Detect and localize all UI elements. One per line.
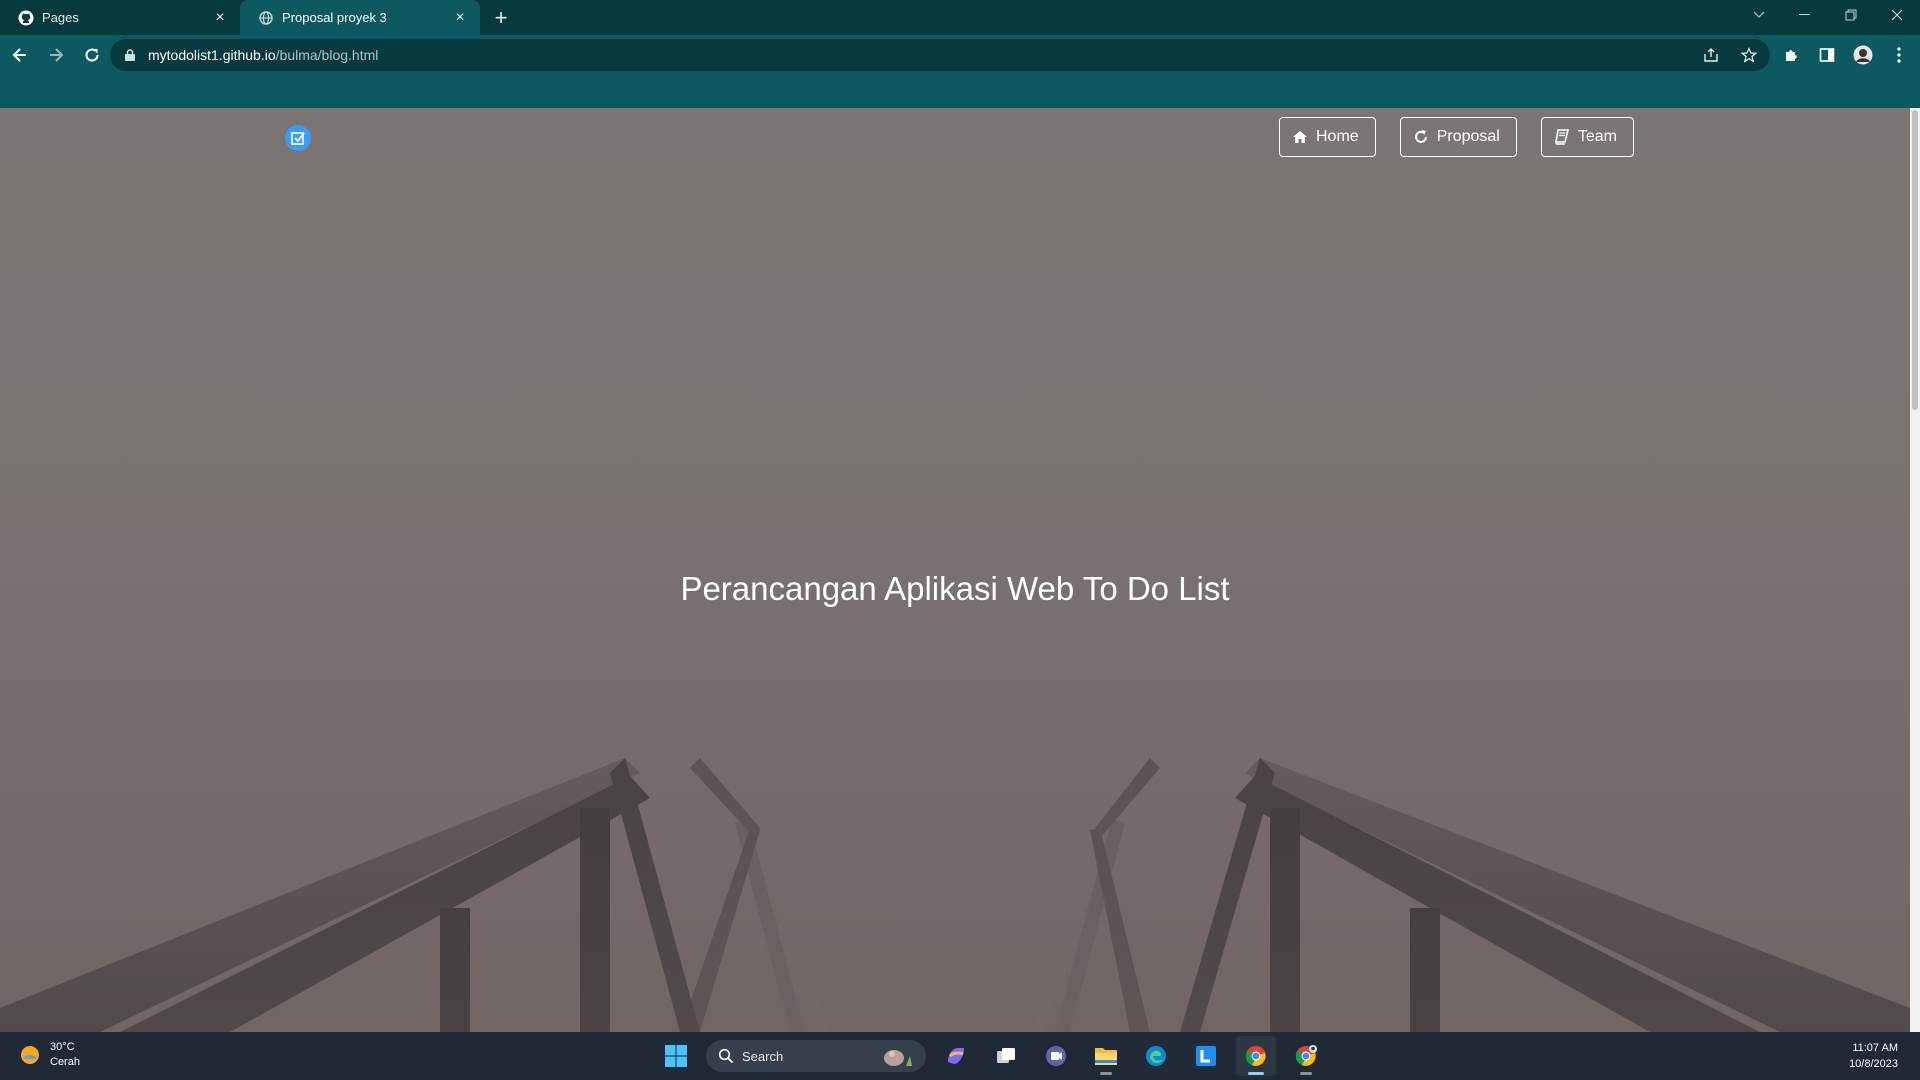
- team-button[interactable]: Team: [1540, 117, 1634, 157]
- forward-icon[interactable]: [40, 39, 72, 71]
- chrome-icon[interactable]: [1236, 1036, 1276, 1076]
- copilot-icon[interactable]: [936, 1036, 976, 1076]
- tab-title: Proposal proyek 3: [282, 10, 387, 25]
- weather-desc: Cerah: [50, 1056, 80, 1068]
- github-icon: [18, 10, 34, 26]
- globe-icon: [258, 10, 274, 26]
- lock-icon[interactable]: [122, 47, 138, 63]
- minimize-icon[interactable]: [1782, 0, 1828, 30]
- close-tab-icon[interactable]: ×: [210, 8, 230, 28]
- clock-time: 11:07 AM: [1852, 1042, 1898, 1054]
- tab-title: Pages: [42, 10, 79, 25]
- active-indicator: [1248, 1072, 1264, 1075]
- url-path: /bulma/blog.html: [275, 47, 379, 63]
- tab-strip: Pages × Proposal proyek 3 × +: [0, 0, 1920, 35]
- browser-toolbar: mytodolist1.github.io/bulma/blog.html: [0, 35, 1920, 75]
- back-icon[interactable]: [4, 39, 36, 71]
- weather-widget[interactable]: 30°C Cerah: [18, 1040, 80, 1070]
- refresh-icon: [1414, 130, 1427, 143]
- chrome-profile-icon[interactable]: [1286, 1036, 1326, 1076]
- search-label: Search: [742, 1048, 784, 1064]
- window-controls: [1736, 0, 1920, 30]
- search-icon: [718, 1048, 734, 1064]
- omnibox-actions: [1700, 39, 1760, 71]
- tab-pages[interactable]: Pages ×: [0, 0, 240, 35]
- weather-temp: 30°C: [50, 1041, 75, 1053]
- weather-sun-icon: [21, 1046, 39, 1064]
- top-nav: Home Proposal Team: [1279, 117, 1634, 157]
- url-host: mytodolist1.github.io: [148, 47, 276, 63]
- menu-icon[interactable]: [1888, 44, 1910, 66]
- edge-icon[interactable]: [1136, 1036, 1176, 1076]
- bookmark-star-icon[interactable]: [1738, 44, 1760, 66]
- hero-section: Home Proposal Team Perancangan Aplikasi …: [0, 108, 1920, 1032]
- proposal-button[interactable]: Proposal: [1399, 117, 1517, 157]
- reload-icon[interactable]: [76, 39, 108, 71]
- running-indicator: [1100, 1072, 1112, 1075]
- extensions-icon[interactable]: [1780, 44, 1802, 66]
- teams-icon[interactable]: [1036, 1036, 1076, 1076]
- tab-search-icon[interactable]: [1736, 0, 1782, 30]
- system-clock[interactable]: 11:07 AM 10/8/2023: [1849, 1040, 1898, 1072]
- clock-date: 10/8/2023: [1849, 1058, 1898, 1070]
- l-app-icon[interactable]: [1186, 1036, 1226, 1076]
- running-indicator: [1300, 1072, 1312, 1075]
- bookmark-bar: [0, 75, 1920, 108]
- taskbar-center: Search: [656, 1036, 1326, 1076]
- address-bar[interactable]: mytodolist1.github.io/bulma/blog.html: [110, 39, 1770, 71]
- checkbox-icon[interactable]: [285, 125, 311, 151]
- close-window-icon[interactable]: [1874, 0, 1920, 30]
- task-view-icon[interactable]: [986, 1036, 1026, 1076]
- book-icon: [1554, 129, 1569, 145]
- windows-start-icon[interactable]: [656, 1036, 696, 1076]
- home-button[interactable]: Home: [1279, 117, 1376, 157]
- toolbar-right: [1780, 39, 1910, 71]
- home-label: Home: [1316, 128, 1359, 145]
- taskbar-search[interactable]: Search: [706, 1040, 926, 1072]
- tab-proposal[interactable]: Proposal proyek 3 ×: [240, 0, 480, 35]
- profile-avatar-icon[interactable]: [1852, 44, 1874, 66]
- proposal-label: Proposal: [1436, 128, 1500, 145]
- home-icon: [1293, 131, 1307, 143]
- search-highlight-icon: [884, 1050, 912, 1066]
- share-icon[interactable]: [1700, 44, 1722, 66]
- hero-title: Perancangan Aplikasi Web To Do List: [680, 570, 1230, 608]
- windows-taskbar: 30°C Cerah Search 11:07 AM 10/8/2023: [0, 1032, 1920, 1080]
- restore-icon[interactable]: [1828, 0, 1874, 30]
- new-tab-button[interactable]: +: [486, 3, 516, 33]
- file-explorer-icon[interactable]: [1086, 1036, 1126, 1076]
- scrollbar-thumb[interactable]: [1912, 110, 1918, 410]
- page-scrollbar[interactable]: [1910, 108, 1920, 1032]
- close-tab-icon[interactable]: ×: [450, 8, 470, 28]
- team-label: Team: [1577, 128, 1617, 145]
- side-panel-icon[interactable]: [1816, 44, 1838, 66]
